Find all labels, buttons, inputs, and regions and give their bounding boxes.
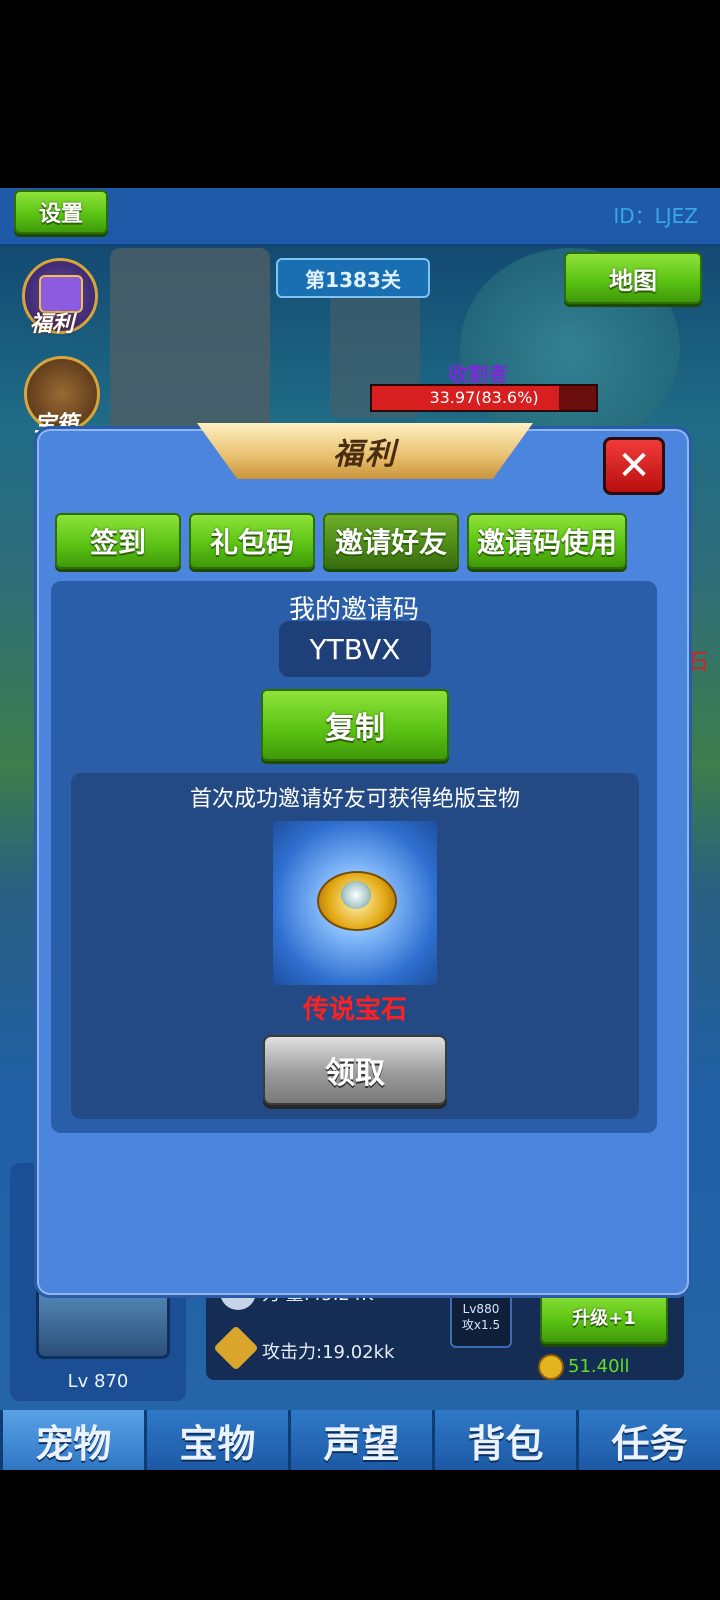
tab-use-invite-code[interactable]: 邀请码使用 xyxy=(467,513,627,569)
nav-tab-tasks[interactable]: 任务 xyxy=(576,1410,720,1470)
nav-tab-backpack[interactable]: 背包 xyxy=(432,1410,576,1470)
boss-hp-text: 33.97(83.6%) xyxy=(429,388,539,407)
reward-name: 传说宝石 xyxy=(302,995,407,1025)
weapon-badge-multiplier: 攻x1.5 xyxy=(461,1318,501,1332)
tab-gift-code[interactable]: 礼包码 xyxy=(189,513,315,569)
pet-level: Lv 870 xyxy=(67,1371,129,1392)
weapon-badge-level: Lv880 xyxy=(462,1302,500,1316)
map-button[interactable]: 地图 xyxy=(564,252,702,304)
close-icon: ✕ xyxy=(617,443,651,489)
nav-tab-reputation[interactable]: 声望 xyxy=(288,1410,432,1470)
tab-invite-friends[interactable]: 邀请好友 xyxy=(323,513,459,569)
coin-amount: 51.40ll xyxy=(568,1356,630,1377)
claim-button[interactable]: 领取 xyxy=(263,1035,447,1105)
level-badge: 第1383关 xyxy=(276,258,430,298)
upgrade-button[interactable]: 升级+1 xyxy=(540,1290,668,1344)
boss-name: 收割者 xyxy=(448,362,508,386)
gem-stone-icon xyxy=(341,881,371,909)
dialog-title: 福利 xyxy=(197,423,533,479)
top-bar: 设置 ID：LJEZ xyxy=(0,188,720,246)
welfare-icon-label: 福利 xyxy=(30,312,75,337)
coin-icon xyxy=(538,1354,564,1380)
reward-image xyxy=(273,821,437,985)
welfare-dialog: 福利 ✕ 签到 礼包码 邀请好友 邀请码使用 我的邀请码 YTBVX 复制 首次… xyxy=(34,423,692,1298)
nav-tab-pets[interactable]: 宠物 xyxy=(0,1410,144,1470)
sword-icon xyxy=(213,1325,259,1371)
player-id: ID：LJEZ xyxy=(613,204,698,228)
close-button[interactable]: ✕ xyxy=(603,437,665,495)
reward-description: 首次成功邀请好友可获得绝版宝物 xyxy=(189,787,520,812)
boss-hp-bar: 33.97(83.6%) xyxy=(370,384,598,412)
nav-tab-treasure[interactable]: 宝物 xyxy=(144,1410,288,1470)
copy-button[interactable]: 复制 xyxy=(261,689,449,761)
bottom-nav: 宠物 宝物 声望 背包 任务 xyxy=(0,1410,720,1470)
attack-stat: 攻击力:19.02kk xyxy=(262,1342,395,1363)
settings-button[interactable]: 设置 xyxy=(14,190,108,234)
invite-panel: 我的邀请码 YTBVX 复制 首次成功邀请好友可获得绝版宝物 传说宝石 领取 xyxy=(51,581,657,1133)
reward-box: 首次成功邀请好友可获得绝版宝物 传说宝石 领取 xyxy=(71,773,639,1119)
invite-code-value: YTBVX xyxy=(279,621,431,677)
tab-sign-in[interactable]: 签到 xyxy=(55,513,181,569)
gem-amulet-icon xyxy=(317,871,397,931)
